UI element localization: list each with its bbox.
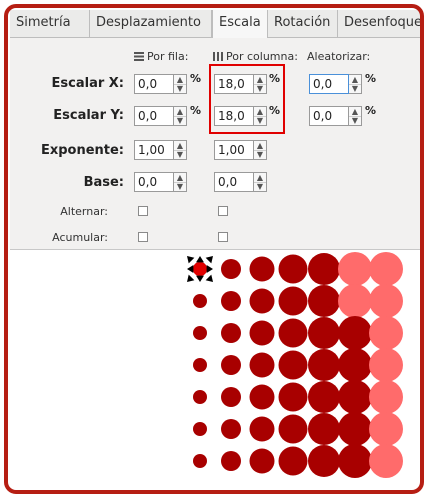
frame-border bbox=[4, 4, 424, 494]
window-frame: Simetría Desplazamiento Escala Rotación … bbox=[0, 0, 430, 500]
